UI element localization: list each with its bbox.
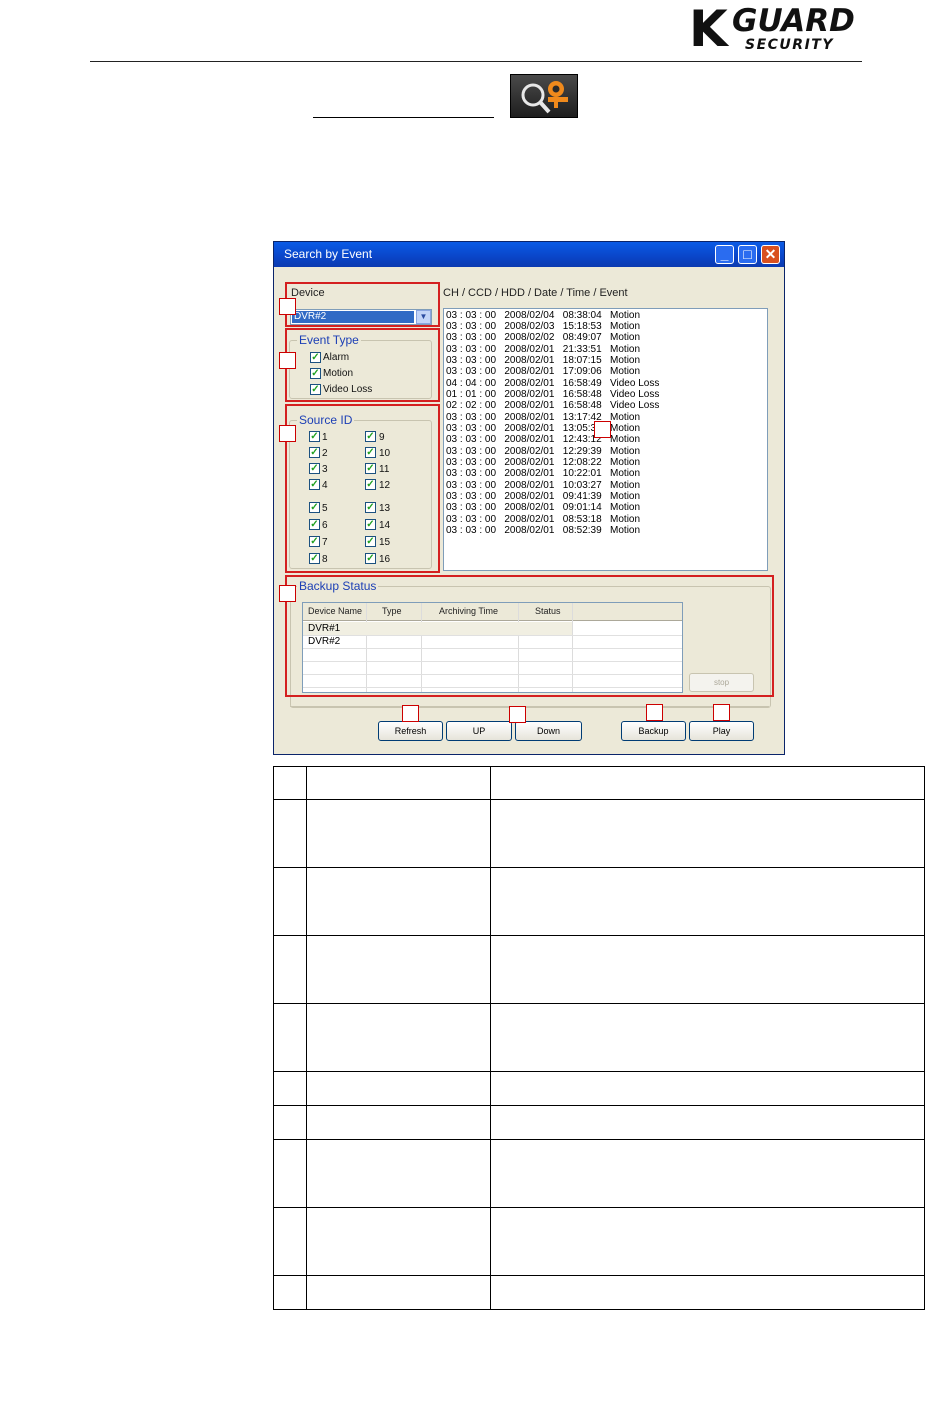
magnifier-icon xyxy=(521,81,568,114)
refresh-button[interactable]: Refresh xyxy=(378,721,443,741)
event-row[interactable]: 03 : 03 : 00 2008/02/01 12:08:22 Motion xyxy=(446,457,640,468)
event-row[interactable]: 02 : 02 : 00 2008/02/01 16:58:48 Video L… xyxy=(446,400,659,411)
table-row-divider xyxy=(273,1003,925,1004)
table-row-divider xyxy=(273,1207,925,1208)
event-row[interactable]: 03 : 03 : 00 2008/02/01 10:03:27 Motion xyxy=(446,480,640,491)
window-title: Search by Event xyxy=(284,247,373,261)
down-button[interactable]: Down xyxy=(515,721,582,741)
table-row-divider xyxy=(273,1275,925,1276)
callout-source-id xyxy=(285,404,440,573)
play-button[interactable]: Play xyxy=(689,721,754,741)
table-column-divider xyxy=(490,766,491,1310)
table-row-divider xyxy=(273,1071,925,1072)
callout-marker xyxy=(402,705,419,722)
callout-backup-status xyxy=(285,575,774,697)
event-row[interactable]: 03 : 03 : 00 2008/02/01 18:07:15 Motion xyxy=(446,355,640,366)
event-row[interactable]: 03 : 03 : 00 2008/02/01 08:53:18 Motion xyxy=(446,514,640,525)
event-row[interactable]: 03 : 03 : 00 2008/02/04 08:38:04 Motion xyxy=(446,310,640,321)
event-row[interactable]: 03 : 03 : 00 2008/02/01 09:41:39 Motion xyxy=(446,491,640,502)
table-row-divider xyxy=(273,1139,925,1140)
description-table xyxy=(273,766,925,1310)
up-button[interactable]: UP xyxy=(446,721,512,741)
callout-marker xyxy=(279,585,296,602)
callout-marker xyxy=(509,706,526,723)
search-camera-icon[interactable] xyxy=(510,74,578,118)
table-row-divider xyxy=(273,1105,925,1106)
list-header: CH / CCD / HDD / Date / Time / Event xyxy=(443,287,628,299)
event-row[interactable]: 03 : 03 : 00 2008/02/01 12:29:39 Motion xyxy=(446,446,640,457)
callout-marker xyxy=(279,298,296,315)
close-button[interactable]: ✕ xyxy=(761,245,780,264)
minimize-button[interactable]: _ xyxy=(715,245,734,264)
logo-security: SECURITY xyxy=(745,37,834,53)
callout-marker xyxy=(594,421,611,438)
maximize-button[interactable]: □ xyxy=(738,245,757,264)
event-row[interactable]: 01 : 01 : 00 2008/02/01 16:58:48 Video L… xyxy=(446,389,659,400)
logo-k: K xyxy=(689,0,728,58)
callout-device xyxy=(285,282,440,327)
table-column-divider xyxy=(306,766,307,1310)
backup-button[interactable]: Backup xyxy=(621,721,686,741)
underline-blank xyxy=(313,117,494,118)
header-rule xyxy=(90,61,862,62)
event-row[interactable]: 03 : 03 : 00 2008/02/01 09:01:14 Motion xyxy=(446,502,640,513)
event-row[interactable]: 03 : 03 : 00 2008/02/01 10:22:01 Motion xyxy=(446,468,640,479)
event-row[interactable]: 03 : 03 : 00 2008/02/02 08:49:07 Motion xyxy=(446,332,640,343)
callout-marker xyxy=(279,352,296,369)
event-row[interactable]: 03 : 03 : 00 2008/02/01 21:33:51 Motion xyxy=(446,344,640,355)
callout-event-type xyxy=(285,328,440,402)
event-row[interactable]: 04 : 04 : 00 2008/02/01 16:58:49 Video L… xyxy=(446,378,659,389)
event-row[interactable]: 03 : 03 : 00 2008/02/01 17:09:06 Motion xyxy=(446,366,640,377)
event-row[interactable]: 03 : 03 : 00 2008/02/01 08:52:39 Motion xyxy=(446,525,640,536)
logo-guard: GUARD xyxy=(732,3,855,39)
separator xyxy=(290,706,769,707)
table-row-divider xyxy=(273,799,925,800)
table-row-divider xyxy=(273,867,925,868)
event-row[interactable]: 03 : 03 : 00 2008/02/03 15:18:53 Motion xyxy=(446,321,640,332)
table-row-divider xyxy=(273,935,925,936)
callout-marker xyxy=(646,704,663,721)
callout-marker xyxy=(713,704,730,721)
callout-marker xyxy=(279,425,296,442)
